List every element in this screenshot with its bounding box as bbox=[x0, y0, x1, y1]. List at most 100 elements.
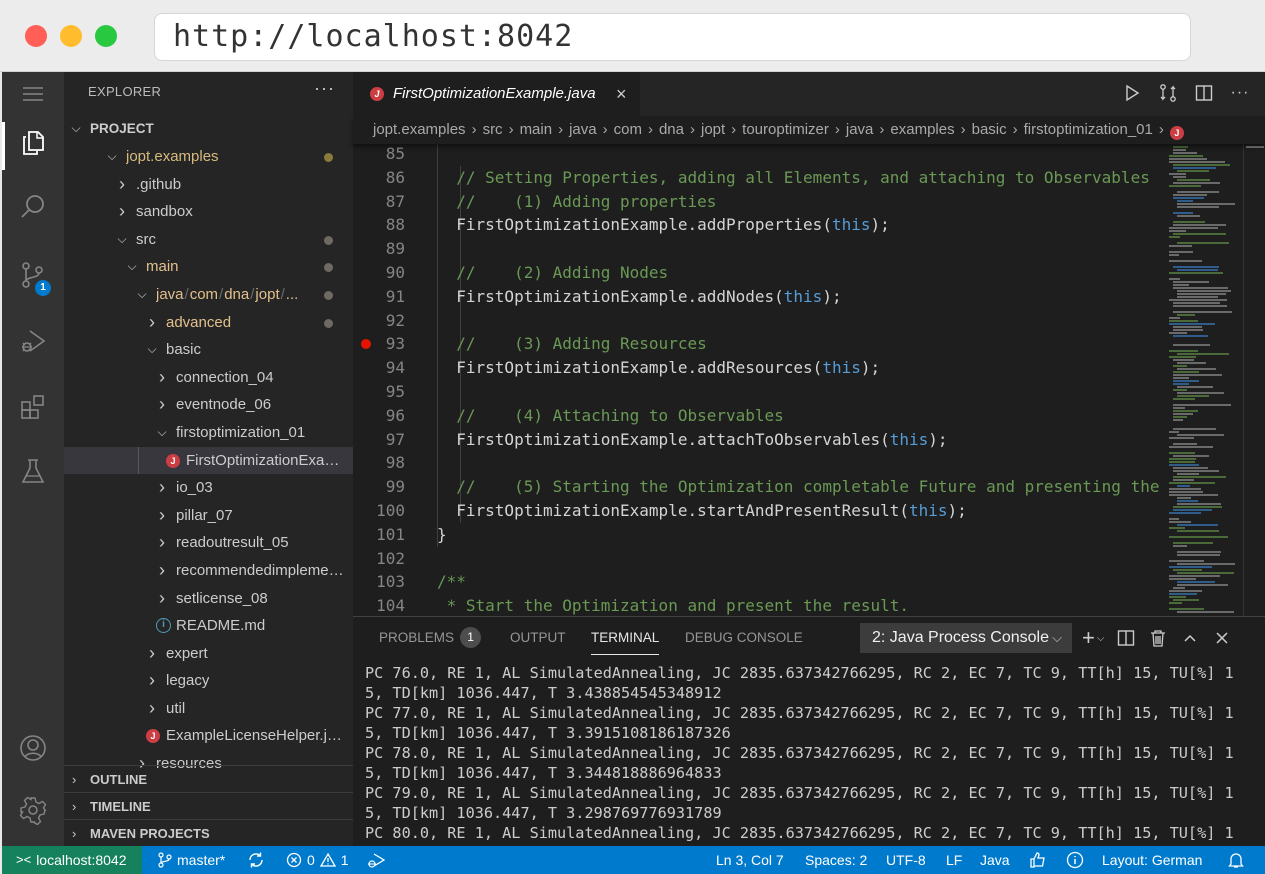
end-of-line[interactable]: LF bbox=[946, 846, 962, 874]
terminal-output[interactable]: PC 76.0, RE 1, AL SimulatedAnnealing, JC… bbox=[365, 663, 1255, 843]
tree-item[interactable]: › io_03 bbox=[64, 474, 353, 502]
breadcrumb-item[interactable]: firstoptimization_01 bbox=[1024, 121, 1153, 138]
minimap[interactable] bbox=[1165, 144, 1243, 616]
code-line[interactable]: 98 bbox=[353, 451, 1243, 475]
code-line[interactable]: 99 // (5) Starting the Optimization comp… bbox=[353, 475, 1243, 499]
notifications-button[interactable] bbox=[1228, 846, 1244, 874]
source-control-button[interactable]: 1 bbox=[2, 250, 64, 300]
trash-icon[interactable] bbox=[1148, 625, 1168, 651]
code-line[interactable]: 87 // (1) Adding properties bbox=[353, 190, 1243, 214]
breadcrumb-item[interactable]: jopt.examples bbox=[373, 121, 466, 138]
tab-output[interactable]: OUTPUT bbox=[510, 617, 566, 659]
breadcrumb-item[interactable]: basic bbox=[972, 121, 1007, 138]
search-button[interactable] bbox=[2, 182, 64, 232]
breadcrumb-item[interactable]: touroptimizer bbox=[742, 121, 829, 138]
manage-button[interactable] bbox=[2, 785, 64, 835]
code-line[interactable]: 104 * Start the Optimization and present… bbox=[353, 594, 1243, 616]
split-terminal-icon[interactable] bbox=[1116, 625, 1136, 651]
code-line[interactable]: 96 // (4) Attaching to Observables bbox=[353, 404, 1243, 428]
url-bar[interactable]: http://localhost:8042 bbox=[154, 13, 1191, 61]
code-line[interactable]: 94 FirstOptimizationExample.addResources… bbox=[353, 356, 1243, 380]
code-line[interactable]: 103 /** bbox=[353, 570, 1243, 594]
tree-item[interactable]: J ExampleLicenseHelper.java bbox=[64, 722, 353, 750]
tab-first-optimization-example[interactable]: J FirstOptimizationExample.java × bbox=[353, 72, 640, 116]
tree-item[interactable]: › eventnode_06 bbox=[64, 391, 353, 419]
explorer-button[interactable] bbox=[2, 118, 64, 170]
sync-button[interactable] bbox=[247, 846, 265, 874]
debug-button[interactable] bbox=[366, 846, 386, 874]
code-line[interactable]: 90 // (2) Adding Nodes bbox=[353, 261, 1243, 285]
encoding[interactable]: UTF-8 bbox=[886, 846, 926, 874]
code-line[interactable]: 89 bbox=[353, 237, 1243, 261]
tree-item[interactable]: ⌵ firstoptimization_01 bbox=[64, 419, 353, 447]
breadcrumb-item[interactable]: com bbox=[614, 121, 642, 138]
breadcrumb-item[interactable]: examples bbox=[890, 121, 954, 138]
breadcrumb-item[interactable]: jopt bbox=[701, 121, 725, 138]
section-outline[interactable]: › OUTLINE bbox=[64, 765, 353, 792]
new-terminal-icon[interactable]: + ⌵ bbox=[1082, 625, 1104, 651]
project-root[interactable]: ⌵ PROJECT bbox=[64, 115, 353, 143]
tab-problems[interactable]: PROBLEMS 1 bbox=[379, 617, 482, 659]
maximize-window-button[interactable] bbox=[95, 25, 117, 47]
tree-item[interactable]: › connection_04 bbox=[64, 364, 353, 392]
tree-item[interactable]: J FirstOptimizationExampl... bbox=[64, 446, 353, 475]
code-line[interactable]: 97 FirstOptimizationExample.attachToObse… bbox=[353, 428, 1243, 452]
more-actions-icon[interactable]: ··· bbox=[314, 78, 335, 99]
tree-item[interactable]: › recommendedimplement... bbox=[64, 557, 353, 585]
tree-item[interactable]: ⌵ main bbox=[64, 253, 353, 281]
more-actions-icon[interactable]: ··· bbox=[1229, 82, 1251, 104]
tree-item[interactable]: ⌵ src bbox=[64, 226, 353, 254]
split-editor-icon[interactable] bbox=[1193, 82, 1215, 104]
close-tab-icon[interactable]: × bbox=[616, 72, 627, 116]
minimize-window-button[interactable] bbox=[60, 25, 82, 47]
terminal-select[interactable]: 2: Java Process Console ⌵ bbox=[860, 623, 1072, 653]
maximize-panel-icon[interactable] bbox=[1180, 625, 1200, 651]
run-debug-button[interactable] bbox=[2, 316, 64, 366]
code-line[interactable]: 88 FirstOptimizationExample.addPropertie… bbox=[353, 213, 1243, 237]
tree-item[interactable]: › sandbox bbox=[64, 198, 353, 226]
extensions-button[interactable] bbox=[2, 382, 64, 432]
tree-item[interactable]: ⌵ java/com/dna/jopt/... bbox=[64, 281, 353, 309]
code-line[interactable]: 92 bbox=[353, 309, 1243, 333]
tree-item[interactable]: › pillar_07 bbox=[64, 502, 353, 530]
code-line[interactable]: 91 FirstOptimizationExample.addNodes(thi… bbox=[353, 285, 1243, 309]
remote-indicator[interactable]: >< localhost:8042 bbox=[2, 846, 142, 874]
code-editor[interactable]: 85 86 // Setting Properties, adding all E… bbox=[353, 144, 1243, 616]
tree-item[interactable]: › setlicense_08 bbox=[64, 585, 353, 613]
tree-item[interactable]: › legacy bbox=[64, 667, 353, 695]
close-window-button[interactable] bbox=[25, 25, 47, 47]
code-line[interactable]: 101} bbox=[353, 523, 1243, 547]
code-line[interactable]: 102 bbox=[353, 547, 1243, 571]
problems-indicator[interactable]: 0 1 bbox=[286, 846, 349, 874]
info-button[interactable] bbox=[1066, 846, 1084, 874]
breadcrumb-item[interactable]: java bbox=[846, 121, 874, 138]
code-line[interactable]: 95 bbox=[353, 380, 1243, 404]
section-maven-projects[interactable]: › MAVEN PROJECTS bbox=[64, 819, 353, 846]
branch-indicator[interactable]: master* bbox=[158, 846, 225, 874]
tree-item[interactable]: › expert bbox=[64, 640, 353, 668]
menu-button[interactable] bbox=[2, 72, 64, 116]
tree-item[interactable]: › readoutresult_05 bbox=[64, 529, 353, 557]
testing-button[interactable] bbox=[2, 446, 64, 496]
language-mode[interactable]: Java bbox=[980, 846, 1010, 874]
breadcrumb-item[interactable]: java bbox=[569, 121, 597, 138]
code-line[interactable]: 93 // (3) Adding Resources bbox=[353, 332, 1243, 356]
editor-scrollbar[interactable] bbox=[1243, 144, 1265, 616]
keyboard-layout[interactable]: Layout: German bbox=[1102, 846, 1202, 874]
close-panel-icon[interactable] bbox=[1212, 625, 1232, 651]
tab-debug-console[interactable]: DEBUG CONSOLE bbox=[685, 617, 803, 659]
feedback-button[interactable] bbox=[1029, 846, 1047, 874]
tab-terminal[interactable]: TERMINAL bbox=[591, 617, 660, 659]
breadcrumb-item[interactable]: src bbox=[483, 121, 503, 138]
tree-item[interactable]: ⌵ jopt.examples bbox=[64, 143, 353, 171]
tree-item[interactable]: ⌵ basic bbox=[64, 336, 353, 364]
code-line[interactable]: 85 bbox=[353, 144, 1243, 166]
cursor-position[interactable]: Ln 3, Col 7 bbox=[716, 846, 784, 874]
tree-item[interactable]: i README.md bbox=[64, 612, 353, 640]
code-line[interactable]: 100 FirstOptimizationExample.startAndPre… bbox=[353, 499, 1243, 523]
tree-item[interactable]: › .github bbox=[64, 171, 353, 199]
section-timeline[interactable]: › TIMELINE bbox=[64, 792, 353, 819]
indentation[interactable]: Spaces: 2 bbox=[805, 846, 867, 874]
breadcrumb-item[interactable]: main bbox=[520, 121, 553, 138]
open-changes-icon[interactable] bbox=[1157, 82, 1179, 104]
